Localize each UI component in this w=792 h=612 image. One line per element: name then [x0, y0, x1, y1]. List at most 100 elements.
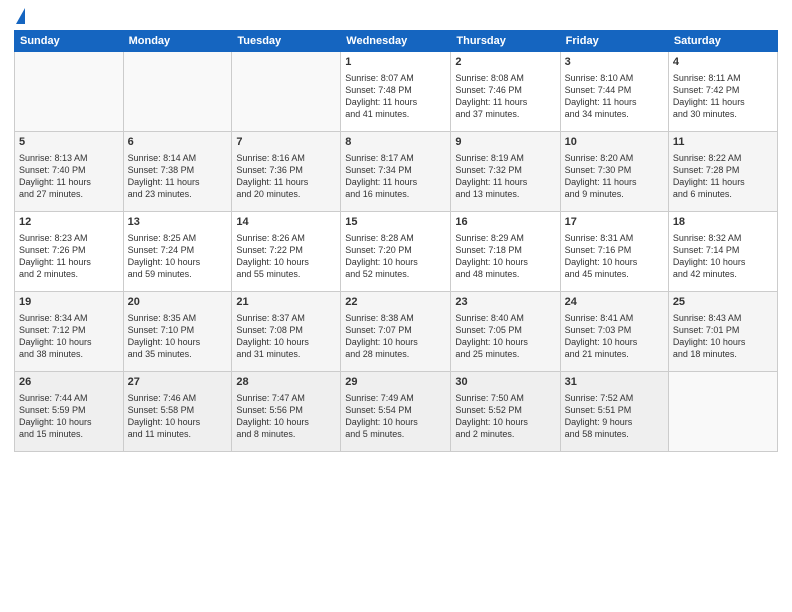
- calendar-day: 8Sunrise: 8:17 AMSunset: 7:34 PMDaylight…: [341, 132, 451, 212]
- day-number: 20: [128, 295, 228, 310]
- day-info: Sunrise: 8:19 AM: [455, 152, 555, 164]
- day-number: 11: [673, 135, 773, 150]
- calendar-day: 6Sunrise: 8:14 AMSunset: 7:38 PMDaylight…: [123, 132, 232, 212]
- calendar-table: SundayMondayTuesdayWednesdayThursdayFrid…: [14, 30, 778, 452]
- day-info: and 2 minutes.: [19, 268, 119, 280]
- day-info: Sunrise: 8:08 AM: [455, 72, 555, 84]
- day-info: Sunset: 7:34 PM: [345, 164, 446, 176]
- day-info: Sunrise: 7:52 AM: [565, 392, 664, 404]
- calendar-day: 10Sunrise: 8:20 AMSunset: 7:30 PMDayligh…: [560, 132, 668, 212]
- day-info: Daylight: 10 hours: [455, 416, 555, 428]
- calendar-week-row: 12Sunrise: 8:23 AMSunset: 7:26 PMDayligh…: [15, 212, 778, 292]
- day-info: Daylight: 10 hours: [19, 336, 119, 348]
- main-container: SundayMondayTuesdayWednesdayThursdayFrid…: [0, 0, 792, 612]
- day-info: and 8 minutes.: [236, 428, 336, 440]
- day-number: 30: [455, 375, 555, 390]
- calendar-day: 25Sunrise: 8:43 AMSunset: 7:01 PMDayligh…: [668, 292, 777, 372]
- calendar-day: 12 Sunrise: 8:23 AMSunset: 7:26 PMDayligh…: [15, 212, 124, 292]
- day-number: 12: [19, 215, 119, 230]
- day-info: Sunset: 7:38 PM: [128, 164, 228, 176]
- day-number: 17: [565, 215, 664, 230]
- day-info: Sunrise: 8:41 AM: [565, 312, 664, 324]
- day-info: and 6 minutes.: [673, 188, 773, 200]
- day-number: 24: [565, 295, 664, 310]
- day-number: 29: [345, 375, 446, 390]
- day-info: Sunset: 5:54 PM: [345, 404, 446, 416]
- day-number: 8: [345, 135, 446, 150]
- day-info: Sunrise: 8:16 AM: [236, 152, 336, 164]
- day-info: and 30 minutes.: [673, 108, 773, 120]
- weekday-header: Thursday: [451, 31, 560, 52]
- day-info: Daylight: 10 hours: [345, 336, 446, 348]
- day-info: Sunset: 7:48 PM: [345, 84, 446, 96]
- day-info: Sunrise: 8:34 AM: [19, 312, 119, 324]
- day-info: and 9 minutes.: [565, 188, 664, 200]
- day-info: Sunset: 7:42 PM: [673, 84, 773, 96]
- calendar-empty: [668, 372, 777, 452]
- calendar-day: 19Sunrise: 8:34 AMSunset: 7:12 PMDayligh…: [15, 292, 124, 372]
- day-info: Daylight: 10 hours: [455, 336, 555, 348]
- calendar-week-row: 1Sunrise: 8:07 AMSunset: 7:48 PMDaylight…: [15, 52, 778, 132]
- day-info: and 38 minutes.: [19, 348, 119, 360]
- calendar-day: 4Sunrise: 8:11 AMSunset: 7:42 PMDaylight…: [668, 52, 777, 132]
- day-info: Sunrise: 7:50 AM: [455, 392, 555, 404]
- day-number: 31: [565, 375, 664, 390]
- day-info: Sunrise: 7:46 AM: [128, 392, 228, 404]
- day-info: Sunrise: 8:43 AM: [673, 312, 773, 324]
- calendar-day: 1Sunrise: 8:07 AMSunset: 7:48 PMDaylight…: [341, 52, 451, 132]
- weekday-header: Monday: [123, 31, 232, 52]
- day-number: 6: [128, 135, 228, 150]
- calendar-day: 29Sunrise: 7:49 AMSunset: 5:54 PMDayligh…: [341, 372, 451, 452]
- day-info: and 21 minutes.: [565, 348, 664, 360]
- calendar-header-row: SundayMondayTuesdayWednesdayThursdayFrid…: [15, 31, 778, 52]
- header: [14, 10, 778, 24]
- day-info: Sunrise: 8:35 AM: [128, 312, 228, 324]
- day-info: Sunrise: 7:49 AM: [345, 392, 446, 404]
- day-info: Sunrise: 8:28 AM: [345, 232, 446, 244]
- day-info: Sunrise: 8:07 AM: [345, 72, 446, 84]
- calendar-day: 13Sunrise: 8:25 AMSunset: 7:24 PMDayligh…: [123, 212, 232, 292]
- calendar-day: 15Sunrise: 8:28 AMSunset: 7:20 PMDayligh…: [341, 212, 451, 292]
- day-number: 28: [236, 375, 336, 390]
- day-info: and 5 minutes.: [345, 428, 446, 440]
- logo: [14, 10, 25, 24]
- day-info: Sunset: 7:20 PM: [345, 244, 446, 256]
- day-number: 4: [673, 55, 773, 70]
- day-info: Sunset: 7:05 PM: [455, 324, 555, 336]
- calendar-week-row: 5Sunrise: 8:13 AMSunset: 7:40 PMDaylight…: [15, 132, 778, 212]
- day-info: and 42 minutes.: [673, 268, 773, 280]
- day-info: and 31 minutes.: [236, 348, 336, 360]
- day-info: Daylight: 10 hours: [455, 256, 555, 268]
- day-info: Sunrise: 8:23 AM: [19, 232, 119, 244]
- day-info: Daylight: 11 hours: [673, 176, 773, 188]
- day-info: Sunrise: 8:10 AM: [565, 72, 664, 84]
- day-info: Daylight: 10 hours: [19, 416, 119, 428]
- calendar-day: 9Sunrise: 8:19 AMSunset: 7:32 PMDaylight…: [451, 132, 560, 212]
- day-info: and 28 minutes.: [345, 348, 446, 360]
- day-info: Daylight: 11 hours: [565, 176, 664, 188]
- day-info: and 35 minutes.: [128, 348, 228, 360]
- day-info: Daylight: 10 hours: [345, 256, 446, 268]
- day-info: Daylight: 11 hours: [455, 96, 555, 108]
- day-number: 27: [128, 375, 228, 390]
- day-info: Sunset: 5:51 PM: [565, 404, 664, 416]
- day-info: Daylight: 11 hours: [345, 96, 446, 108]
- day-info: Sunrise: 8:38 AM: [345, 312, 446, 324]
- calendar-week-row: 19Sunrise: 8:34 AMSunset: 7:12 PMDayligh…: [15, 292, 778, 372]
- calendar-day: 11Sunrise: 8:22 AMSunset: 7:28 PMDayligh…: [668, 132, 777, 212]
- weekday-header: Wednesday: [341, 31, 451, 52]
- calendar-day: 31Sunrise: 7:52 AMSunset: 5:51 PMDayligh…: [560, 372, 668, 452]
- day-info: Sunrise: 8:13 AM: [19, 152, 119, 164]
- calendar-day: 22Sunrise: 8:38 AMSunset: 7:07 PMDayligh…: [341, 292, 451, 372]
- day-info: Sunset: 7:07 PM: [345, 324, 446, 336]
- day-info: Daylight: 10 hours: [236, 256, 336, 268]
- calendar-day: 16Sunrise: 8:29 AMSunset: 7:18 PMDayligh…: [451, 212, 560, 292]
- day-info: Daylight: 11 hours: [19, 256, 119, 268]
- day-info: Sunset: 7:26 PM: [19, 244, 119, 256]
- logo-triangle-icon: [16, 8, 25, 24]
- day-info: and 48 minutes.: [455, 268, 555, 280]
- day-info: Daylight: 10 hours: [565, 336, 664, 348]
- day-number: 13: [128, 215, 228, 230]
- day-info: and 37 minutes.: [455, 108, 555, 120]
- day-number: 21: [236, 295, 336, 310]
